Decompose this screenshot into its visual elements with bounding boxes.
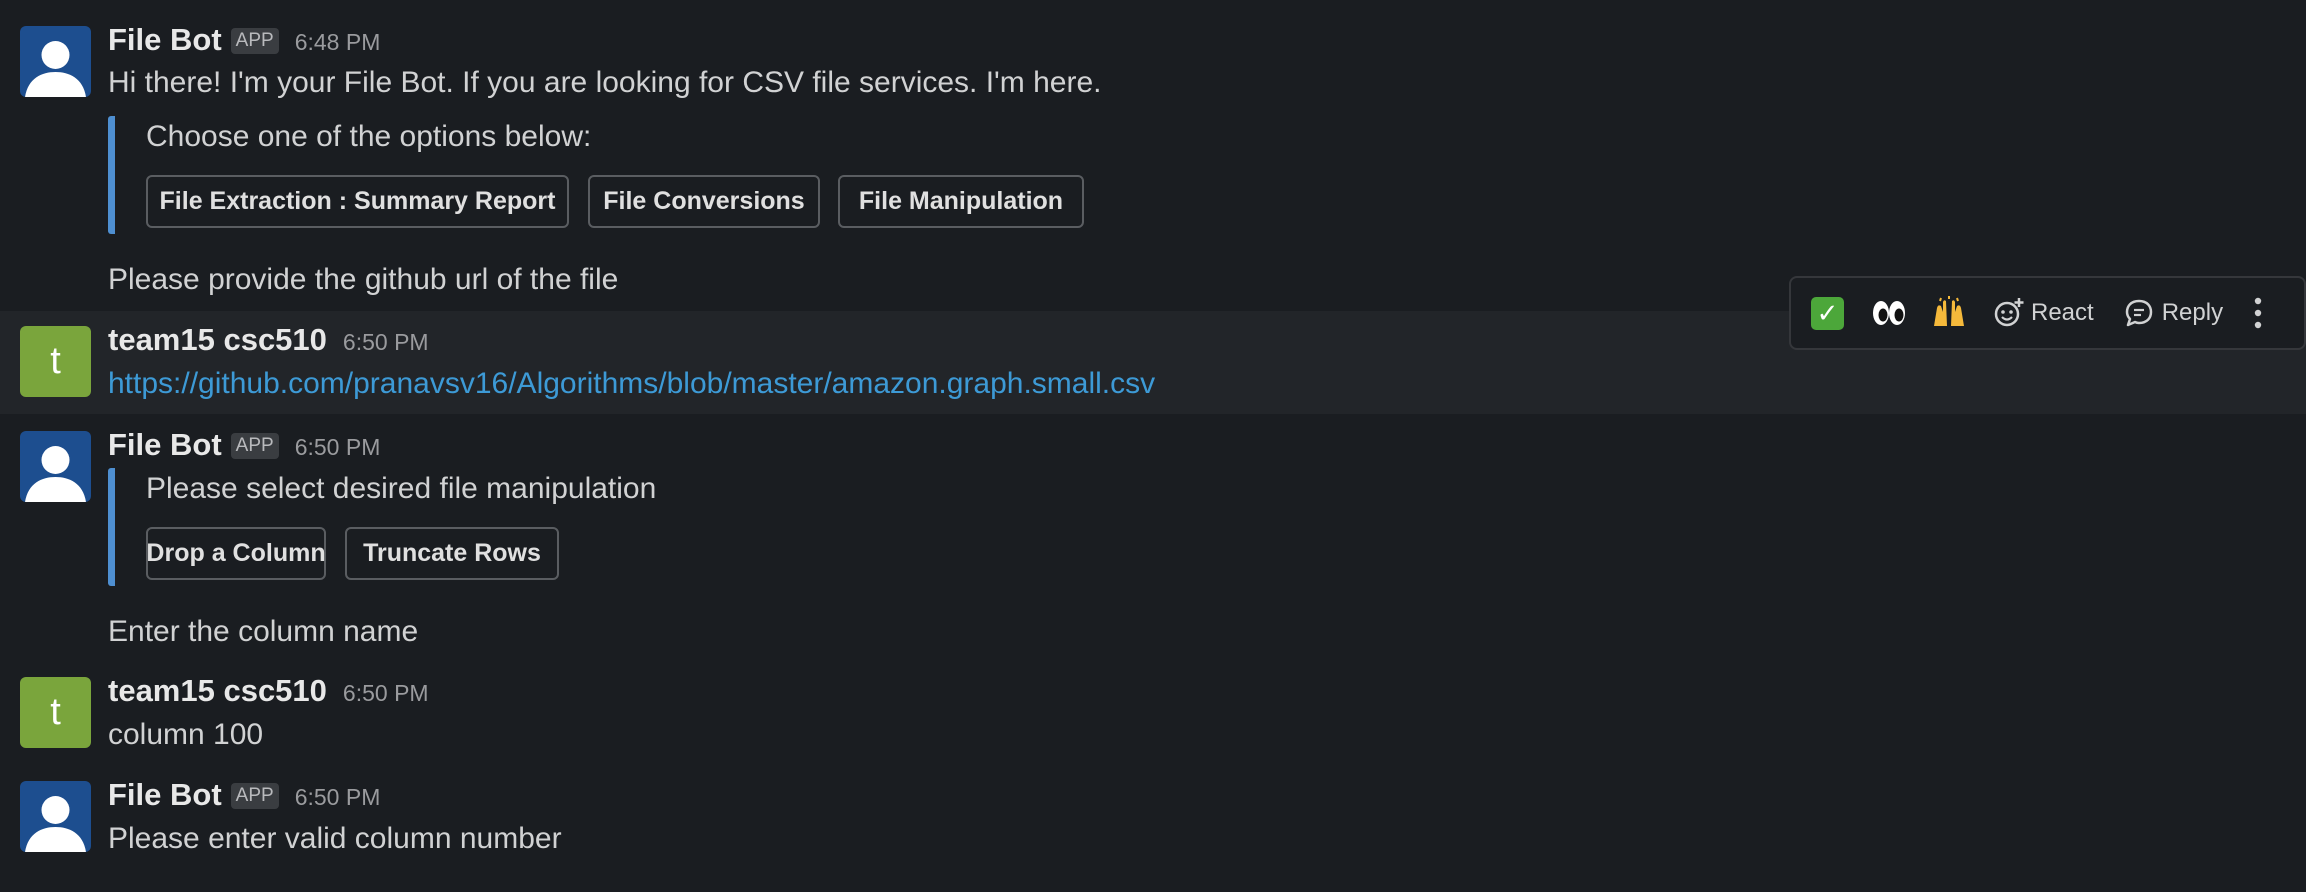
eyes-emoji[interactable] [1871,298,1907,328]
reply-label: Reply [2161,299,2224,326]
person-icon [25,796,86,852]
sender-name[interactable]: File Bot [108,777,222,813]
truncate-rows-button[interactable]: Truncate Rows [345,527,559,580]
github-url-link[interactable]: https://github.com/pranavsv16/Algorithms… [108,367,1155,401]
add-reaction-icon [1994,298,2024,327]
user-avatar[interactable]: t [20,677,91,748]
timestamp[interactable]: 6:50 PM [343,680,429,707]
sender-name[interactable]: File Bot [108,22,222,58]
message-text: Please enter valid column number [108,822,562,855]
attachment-text: Choose one of the options below: [146,120,592,153]
white-check-mark-emoji[interactable]: ✓ [1811,296,1844,330]
react-label: React [2031,299,2094,326]
reply-button[interactable]: Reply [2124,298,2223,328]
timestamp[interactable]: 6:50 PM [295,784,381,811]
person-icon [25,41,86,97]
raised-hands-emoji[interactable] [1931,296,1967,330]
message-text: Enter the column name [108,615,419,648]
reply-thread-icon [2125,299,2152,327]
timestamp[interactable]: 6:50 PM [295,434,381,461]
message-text: Please provide the github url of the fil… [108,263,619,296]
attachment-block: Please select desired file manipulation … [108,468,815,586]
more-actions-icon[interactable] [2253,296,2263,330]
app-badge: APP [230,433,279,459]
attachment-text: Please select desired file manipulation [146,472,657,505]
app-badge: APP [230,28,279,54]
message-text: column 100 [108,718,264,751]
file-extraction-button[interactable]: File Extraction : Summary Report [146,175,569,228]
person-icon [25,446,86,502]
attachment-block: Choose one of the options below: File Ex… [108,116,1215,234]
user-avatar[interactable]: t [20,326,91,397]
timestamp[interactable]: 6:48 PM [295,29,381,56]
file-manipulation-button[interactable]: File Manipulation [838,175,1084,228]
sender-name[interactable]: team15 csc510 [108,673,327,709]
bot-avatar[interactable] [20,431,91,502]
bot-avatar[interactable] [20,781,91,852]
timestamp[interactable]: 6:50 PM [343,329,429,356]
message-actions-toolbar: ✓ React Reply [1789,276,2306,350]
react-button[interactable]: React [1993,297,2094,329]
sender-name[interactable]: team15 csc510 [108,322,327,358]
message-text: Hi there! I'm your File Bot. If you are … [108,66,1102,99]
drop-a-column-button[interactable]: Drop a Column [146,527,326,580]
bot-avatar[interactable] [20,26,91,97]
sender-name[interactable]: File Bot [108,427,222,463]
app-badge: APP [230,783,279,809]
file-conversions-button[interactable]: File Conversions [588,175,820,228]
